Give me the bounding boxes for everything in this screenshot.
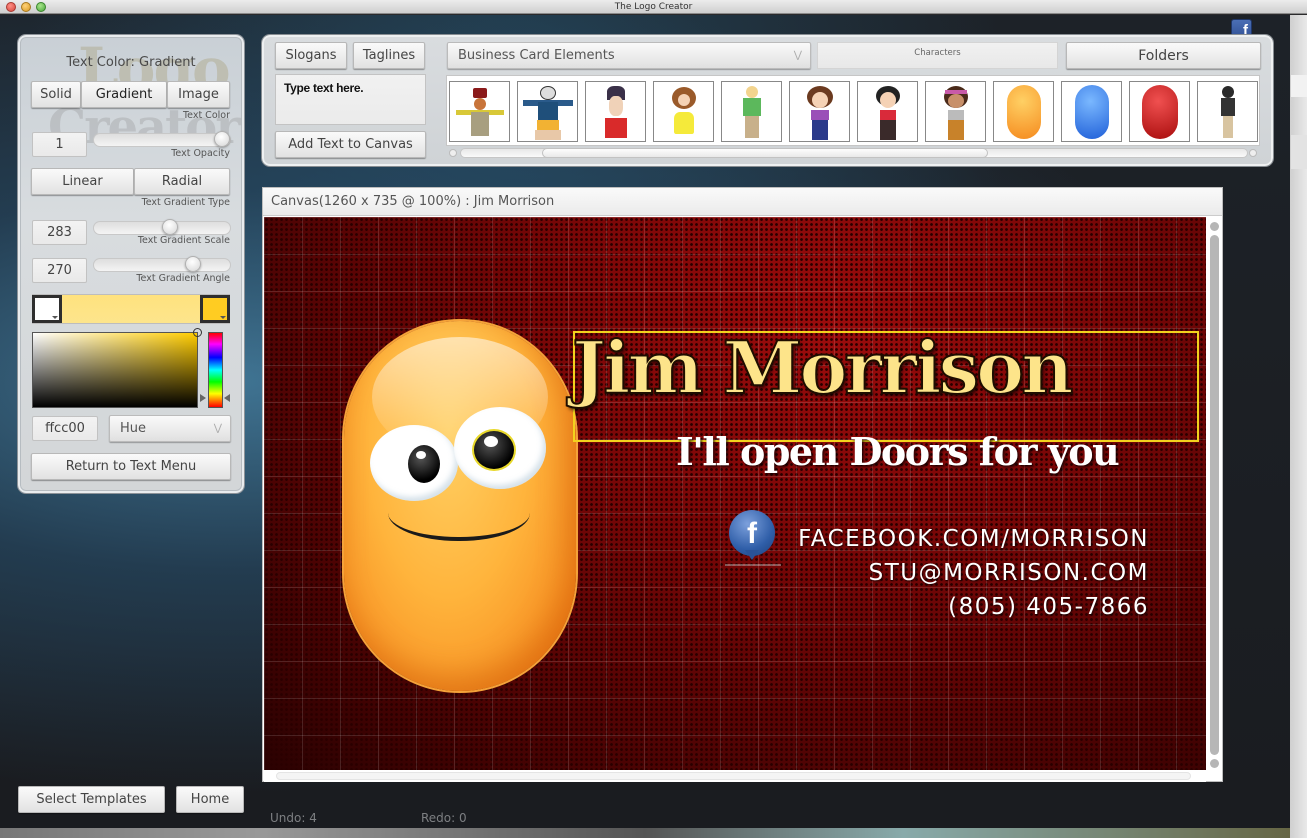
thumbnail-strip [446, 75, 1260, 146]
right-pupil [472, 429, 516, 471]
title-bar: The Logo Creator [0, 0, 1307, 14]
scroll-right-button[interactable] [1249, 149, 1257, 157]
thumbnail-spiky-hair-character[interactable] [585, 81, 646, 142]
section-label: Characters [817, 42, 1058, 69]
thumbnail-punk-girl-character[interactable] [857, 81, 918, 142]
swatch-dropdown-icon [220, 316, 226, 319]
hue-slider[interactable] [208, 332, 223, 408]
color-mode-solid-button[interactable]: Solid [31, 81, 81, 108]
text-color-label: Text Color [182, 110, 230, 121]
gradient-end-swatch[interactable] [200, 295, 230, 323]
background-snippet [1291, 135, 1307, 169]
gradient-radial-button[interactable]: Radial [134, 168, 230, 195]
select-templates-button[interactable]: Select Templates [18, 786, 165, 813]
scroll-thumb[interactable] [542, 148, 988, 158]
chevron-down-icon: ⋁ [213, 423, 222, 434]
canvas-horizontal-scrollbar[interactable] [264, 770, 1206, 782]
opacity-label: Text Opacity [171, 148, 230, 159]
scroll-down-button[interactable] [1210, 759, 1219, 768]
thumbnail-headband-girl-character[interactable] [925, 81, 986, 142]
background-snippet [1291, 75, 1307, 97]
facebook-glyph: f [747, 517, 757, 550]
vertical-scroll-thumb[interactable] [1210, 235, 1219, 755]
close-window-button[interactable] [6, 2, 16, 12]
thumbnail-scrollbar[interactable] [446, 146, 1260, 160]
left-pupil [408, 445, 440, 483]
return-to-text-menu-button[interactable]: Return to Text Menu [31, 453, 231, 480]
saturation-value-picker[interactable] [32, 328, 202, 408]
pin-underline [725, 564, 781, 566]
text-color-panel: Logo Creator Text Color: Gradient Solid G… [18, 35, 244, 493]
thumbnail-girl-yellow-dress-character[interactable] [653, 81, 714, 142]
canvas-vertical-scrollbar[interactable] [1207, 217, 1222, 770]
undo-status: Undo: 4 [270, 811, 317, 825]
thumbnail-brunette-girl-character[interactable] [789, 81, 850, 142]
left-eye [370, 425, 458, 501]
pin-tail [745, 550, 759, 560]
zoom-window-button[interactable] [36, 2, 46, 12]
gradient-scale-slider[interactable] [93, 219, 231, 235]
redo-status: Redo: 0 [421, 811, 467, 825]
category-value: Business Card Elements [458, 48, 615, 63]
orange-bean-character[interactable] [344, 321, 576, 691]
picker-mode-value: Hue [120, 421, 147, 436]
folders-button[interactable]: Folders [1066, 42, 1261, 69]
name-text[interactable]: Jim Morrison [571, 324, 1075, 411]
color-mode-gradient-button[interactable]: Gradient [81, 81, 167, 108]
window-title: The Logo Creator [614, 2, 693, 12]
add-text-to-canvas-button[interactable]: Add Text to Canvas [275, 131, 426, 158]
hue-marker-right-icon[interactable] [224, 394, 230, 402]
design-canvas[interactable]: Jim Morrison I'll open Doors for you f F… [264, 217, 1206, 770]
phone-text[interactable]: (805) 405-7866 [948, 594, 1149, 620]
opacity-input[interactable]: 1 [32, 132, 87, 157]
color-picker-marker[interactable] [193, 328, 202, 337]
gradient-scale-label: Text Gradient Scale [137, 235, 230, 246]
thumbnail-blonde-boy-character[interactable] [721, 81, 782, 142]
picker-mode-dropdown[interactable]: Hue ⋁ [109, 415, 231, 442]
thumbnail-dark-hair-boy-character[interactable] [1197, 81, 1258, 142]
minimize-window-button[interactable] [21, 2, 31, 12]
gradient-scale-input[interactable]: 283 [32, 220, 87, 245]
gradient-type-label: Text Gradient Type [141, 197, 230, 208]
tagline-text[interactable]: I'll open Doors for you [676, 429, 1120, 474]
gradient-linear-button[interactable]: Linear [31, 168, 134, 195]
opacity-slider-knob[interactable] [214, 131, 230, 147]
taglines-button[interactable]: Taglines [353, 42, 425, 69]
smile [388, 511, 530, 541]
slogans-button[interactable]: Slogans [275, 42, 347, 69]
home-button[interactable]: Home [176, 786, 244, 813]
canvas-header: Canvas(1260 x 735 @ 100%) : Jim Morrison [263, 188, 1222, 216]
gradient-scale-knob[interactable] [162, 219, 178, 235]
category-dropdown[interactable]: Business Card Elements ⋁ [447, 42, 811, 69]
gradient-angle-label: Text Gradient Angle [136, 273, 230, 284]
horizontal-scroll-thumb[interactable] [276, 772, 1191, 780]
elements-panel: Slogans Taglines Type text here. Add Tex… [262, 35, 1273, 166]
right-eye [454, 407, 546, 489]
gradient-angle-knob[interactable] [185, 256, 201, 272]
facebook-url-text[interactable]: FACEBOOK.COM/MORRISON [798, 526, 1149, 552]
opacity-slider[interactable] [93, 131, 231, 147]
gradient-start-swatch[interactable] [32, 295, 62, 323]
thumbnail-tourist-character[interactable] [517, 81, 578, 142]
text-input[interactable]: Type text here. [275, 74, 426, 125]
swatch-dropdown-icon [52, 316, 58, 319]
facebook-pin-icon[interactable]: f [725, 510, 781, 566]
scroll-up-button[interactable] [1210, 222, 1219, 231]
hex-color-input[interactable]: ffcc00 [32, 416, 98, 441]
thumbnail-red-bean-character[interactable] [1129, 81, 1190, 142]
scroll-left-button[interactable] [449, 149, 457, 157]
chevron-down-icon: ⋁ [793, 50, 802, 61]
gradient-angle-slider[interactable] [93, 256, 231, 272]
color-mode-image-button[interactable]: Image [167, 81, 230, 108]
hue-marker-left-icon[interactable] [200, 394, 206, 402]
thumbnail-blue-bean-character[interactable] [1061, 81, 1122, 142]
desktop-strip [0, 828, 1290, 838]
gradient-angle-input[interactable]: 270 [32, 258, 87, 283]
canvas-window: Canvas(1260 x 735 @ 100%) : Jim Morrison… [262, 187, 1223, 782]
background-window-strip [1290, 15, 1307, 838]
thumbnail-farmer-character[interactable] [449, 81, 510, 142]
panel-title: Text Color: Gradient [66, 55, 196, 70]
email-text[interactable]: STU@MORRISON.COM [869, 560, 1149, 586]
thumbnail-orange-bean-character[interactable] [993, 81, 1054, 142]
